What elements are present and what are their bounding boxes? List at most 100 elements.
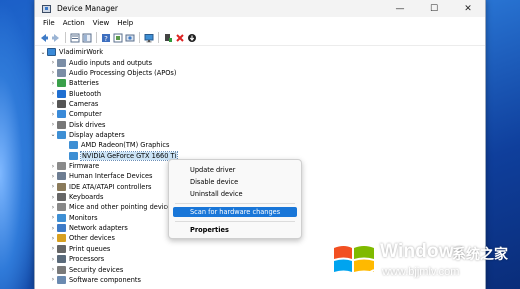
tree-item-label: Disk drives bbox=[69, 120, 106, 129]
tree-category[interactable]: › Audio Processing Objects (APOs) bbox=[49, 68, 176, 78]
tree-item-label: AMD Radeon(TM) Graphics bbox=[81, 141, 170, 150]
tree-root[interactable]: ⌄ VladimirWork bbox=[39, 47, 103, 57]
tree-category[interactable]: › Software components bbox=[49, 275, 141, 285]
tree-category[interactable]: › Print queues bbox=[49, 244, 110, 254]
mouse-icon bbox=[57, 203, 66, 212]
tree-category[interactable]: › Monitors bbox=[49, 213, 98, 223]
close-button[interactable]: ✕ bbox=[451, 0, 485, 17]
window-title: Device Manager bbox=[57, 4, 118, 13]
chevron-right-icon[interactable]: › bbox=[49, 121, 57, 128]
maximize-button[interactable]: ☐ bbox=[417, 0, 451, 17]
chevron-right-icon[interactable]: › bbox=[49, 204, 57, 211]
chevron-right-icon[interactable]: › bbox=[49, 245, 57, 252]
chevron-right-icon[interactable]: › bbox=[49, 59, 57, 66]
tree-category[interactable]: › Batteries bbox=[49, 78, 99, 88]
menu-file[interactable]: File bbox=[39, 19, 59, 27]
context-item-label: Update driver bbox=[190, 166, 236, 174]
computer-icon bbox=[57, 110, 66, 119]
keyboard-icon bbox=[57, 193, 66, 202]
chevron-right-icon[interactable]: › bbox=[49, 90, 57, 97]
chevron-right-icon[interactable]: › bbox=[49, 80, 57, 87]
chevron-down-icon[interactable]: ⌄ bbox=[39, 49, 47, 56]
chevron-right-icon[interactable]: › bbox=[49, 111, 57, 118]
forward-arrow-icon[interactable] bbox=[50, 32, 61, 43]
chevron-right-icon[interactable]: › bbox=[49, 256, 57, 263]
tree-category[interactable]: › IDE ATA/ATAPI controllers bbox=[49, 182, 151, 192]
show-hide-icon[interactable] bbox=[81, 32, 92, 43]
context-item-scan-hardware[interactable]: Scan for hardware changes bbox=[173, 207, 297, 217]
tree-category[interactable]: › Security devices bbox=[49, 265, 123, 275]
menu-bar: File Action View Help bbox=[35, 17, 485, 29]
tree-category[interactable]: › Keyboards bbox=[49, 192, 103, 202]
context-item-disable-device[interactable]: Disable device bbox=[173, 177, 297, 187]
security-icon bbox=[57, 265, 66, 274]
tree-category[interactable]: › Audio inputs and outputs bbox=[49, 58, 152, 68]
watermark-url: www.bjjmlv.com bbox=[382, 266, 460, 278]
tree-child-item[interactable]: NVIDIA GeForce GTX 1660 Ti bbox=[69, 150, 179, 161]
remove-device-icon[interactable] bbox=[174, 32, 185, 43]
tree-item-label: Processors bbox=[69, 255, 105, 264]
tree-category[interactable]: › Bluetooth bbox=[49, 89, 101, 99]
menu-action[interactable]: Action bbox=[59, 19, 89, 27]
title-bar[interactable]: Device Manager — ☐ ✕ bbox=[35, 0, 485, 17]
chevron-down-icon[interactable]: ⌄ bbox=[49, 131, 57, 138]
ide-icon bbox=[57, 182, 66, 191]
bluetooth-icon bbox=[57, 89, 66, 98]
minimize-button[interactable]: — bbox=[383, 0, 417, 17]
device-view-icon[interactable] bbox=[112, 32, 123, 43]
context-item-update-driver[interactable]: Update driver bbox=[173, 165, 297, 175]
context-item-label: Uninstall device bbox=[190, 190, 243, 198]
network-icon bbox=[57, 224, 66, 233]
tree-item-label: Firmware bbox=[69, 162, 100, 170]
chevron-right-icon[interactable]: › bbox=[49, 194, 57, 201]
chevron-right-icon[interactable]: › bbox=[49, 163, 57, 170]
toolbar-separator bbox=[96, 32, 97, 43]
computer-monitor-icon[interactable] bbox=[143, 32, 154, 43]
tree-item-label: Monitors bbox=[69, 213, 98, 222]
tree-category[interactable]: › Firmware bbox=[49, 161, 99, 171]
other-devices-icon bbox=[57, 234, 66, 243]
display-icon bbox=[57, 130, 66, 139]
context-item-uninstall-device[interactable]: Uninstall device bbox=[173, 189, 297, 199]
tree-category[interactable]: › Other devices bbox=[49, 233, 115, 243]
chevron-right-icon[interactable]: › bbox=[49, 173, 57, 180]
menu-view[interactable]: View bbox=[89, 19, 114, 27]
tree-item-label: Network adapters bbox=[69, 224, 128, 233]
tree-item-label: Human Interface Devices bbox=[69, 172, 153, 181]
chevron-right-icon[interactable]: › bbox=[49, 183, 57, 190]
chevron-right-icon[interactable]: › bbox=[49, 100, 57, 107]
update-driver-icon[interactable] bbox=[186, 32, 197, 43]
tree-category[interactable]: › Computer bbox=[49, 109, 102, 119]
menu-help[interactable]: Help bbox=[113, 19, 137, 27]
tree-child-item[interactable]: AMD Radeon(TM) Graphics bbox=[69, 140, 169, 150]
tree-category[interactable]: › Disk drives bbox=[49, 120, 105, 130]
chevron-right-icon[interactable]: › bbox=[49, 276, 57, 283]
tree-category[interactable]: › Network adapters bbox=[49, 223, 128, 233]
tree-category[interactable]: › Cameras bbox=[49, 99, 98, 109]
processor-icon bbox=[57, 255, 66, 264]
refresh-icon[interactable] bbox=[124, 32, 135, 43]
tree-category[interactable]: › Human Interface Devices bbox=[49, 171, 152, 181]
tree-category[interactable]: › Mice and other pointing devices bbox=[49, 202, 175, 212]
chevron-right-icon[interactable]: › bbox=[49, 69, 57, 76]
tree-item-label: Security devices bbox=[69, 265, 124, 274]
firmware-icon bbox=[57, 162, 66, 170]
properties-view-icon[interactable] bbox=[69, 32, 80, 43]
chevron-right-icon[interactable]: › bbox=[49, 235, 57, 242]
tree-item-label: Display adapters bbox=[69, 130, 125, 139]
help-icon[interactable]: ? bbox=[100, 32, 111, 43]
chevron-right-icon[interactable]: › bbox=[49, 266, 57, 273]
chevron-right-icon[interactable]: › bbox=[49, 214, 57, 221]
tree-category[interactable]: › Processors bbox=[49, 254, 104, 264]
context-item-properties[interactable]: Properties bbox=[173, 225, 297, 235]
tree-item-label: Audio Processing Objects (APOs) bbox=[69, 68, 177, 77]
tree-category[interactable]: ⌄ Display adapters bbox=[49, 130, 125, 140]
tree-item-label: Print queues bbox=[69, 244, 111, 253]
toolbar-separator bbox=[139, 32, 140, 43]
back-arrow-icon[interactable] bbox=[38, 32, 49, 43]
add-driver-icon[interactable] bbox=[162, 32, 173, 43]
monitor-icon bbox=[57, 213, 66, 222]
chevron-right-icon[interactable]: › bbox=[49, 225, 57, 232]
window-controls: — ☐ ✕ bbox=[383, 0, 485, 17]
context-menu: Update driver Disable device Uninstall d… bbox=[168, 159, 302, 239]
